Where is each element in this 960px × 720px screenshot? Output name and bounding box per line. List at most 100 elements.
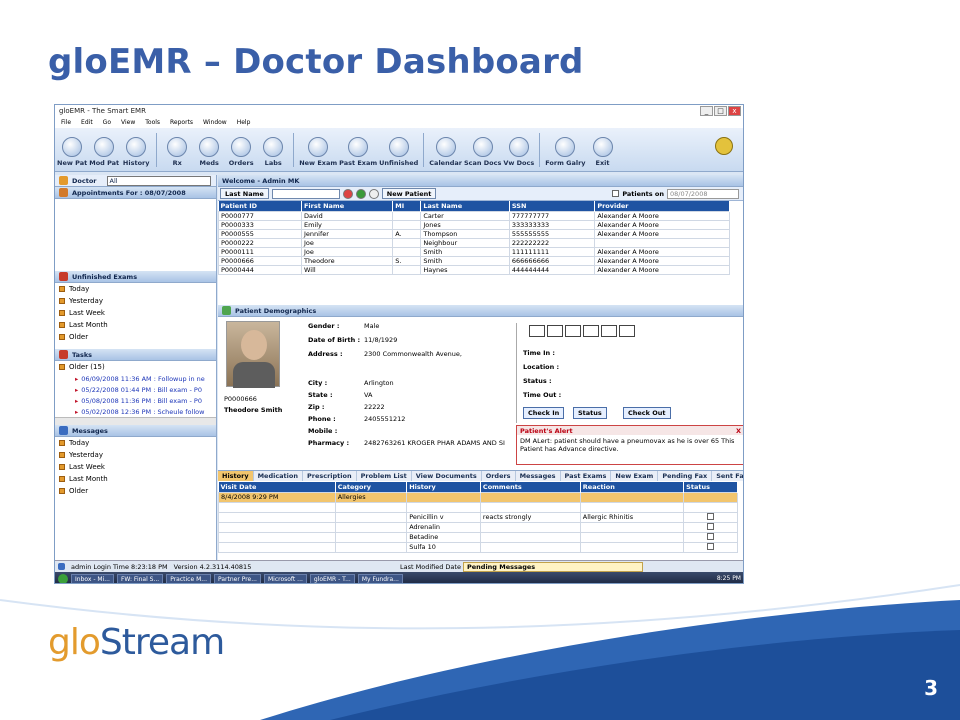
toolbar-button-mod-pat[interactable]: Mod Pat bbox=[89, 137, 119, 167]
refresh-icon[interactable] bbox=[355, 188, 366, 199]
tab-medication[interactable]: Medication bbox=[254, 471, 303, 481]
history-row[interactable]: 8/4/2008 9:29 PM Allergies bbox=[218, 491, 738, 503]
status-checkbox[interactable] bbox=[707, 512, 715, 520]
tab-past-exams[interactable]: Past Exams bbox=[561, 471, 612, 481]
toolbar-button-meds[interactable]: Meds bbox=[194, 137, 224, 167]
taskbar-item[interactable]: gloEMR - T... bbox=[309, 573, 355, 583]
task-item[interactable]: ▸ 06/09/2008 11:36 AM : Followup in ne bbox=[55, 373, 216, 384]
unfinished-item[interactable]: Yesterday bbox=[55, 295, 216, 307]
messages-item[interactable]: Yesterday bbox=[55, 449, 216, 461]
history-row[interactable]: Betadine bbox=[218, 531, 738, 543]
unfinished-item[interactable]: Last Week bbox=[55, 307, 216, 319]
toolbar-button-calendar[interactable]: Calendar bbox=[429, 137, 462, 167]
patient-row[interactable]: P0000333 Emily Jones 333333333 Alexander A M… bbox=[218, 219, 730, 230]
toolbar-button-new-exam[interactable]: New Exam bbox=[299, 137, 337, 167]
minimize-button[interactable]: _ bbox=[700, 106, 713, 116]
patient-col-header[interactable]: MI bbox=[392, 201, 422, 211]
start-button[interactable] bbox=[58, 573, 68, 583]
tasks-scrollbar[interactable] bbox=[55, 417, 216, 425]
messages-item[interactable]: Today bbox=[55, 437, 216, 449]
messages-item[interactable]: Last Month bbox=[55, 473, 216, 485]
unfinished-item[interactable]: Today bbox=[55, 283, 216, 295]
menu-item-reports[interactable]: Reports bbox=[170, 119, 193, 126]
history-col-header[interactable]: Comments bbox=[480, 482, 581, 492]
history-col-header[interactable]: Category bbox=[335, 482, 408, 492]
toolbar-button-labs[interactable]: Labs bbox=[258, 137, 288, 167]
menu-item-help[interactable]: Help bbox=[237, 119, 251, 126]
close-icon[interactable]: X bbox=[736, 427, 743, 435]
taskbar-item[interactable]: Partner Pre... bbox=[213, 573, 261, 583]
status-button[interactable]: Status bbox=[573, 407, 607, 419]
taskbar-item[interactable]: Microsoft ... bbox=[263, 573, 307, 583]
history-row[interactable]: Adrenalin bbox=[218, 521, 738, 533]
status-box[interactable] bbox=[601, 325, 617, 337]
status-checkbox[interactable] bbox=[707, 522, 715, 530]
task-item[interactable]: ▸ 05/08/2008 11:36 PM : Bill exam - P0 bbox=[55, 395, 216, 406]
patient-row[interactable]: P0000111 Joe Smith 111111111 Alexander A Moo… bbox=[218, 246, 730, 257]
search-icon[interactable] bbox=[368, 188, 379, 199]
menu-item-window[interactable]: Window bbox=[203, 119, 227, 126]
status-box[interactable] bbox=[565, 325, 581, 337]
tab-view-documents[interactable]: View Documents bbox=[412, 471, 482, 481]
patient-col-header[interactable]: Patient ID bbox=[218, 201, 302, 211]
status-box[interactable] bbox=[529, 325, 545, 337]
patients-on-date[interactable]: 08/07/2008 bbox=[667, 188, 739, 199]
status-checkbox[interactable] bbox=[707, 542, 715, 550]
messages-item[interactable]: Older bbox=[55, 485, 216, 497]
lock-icon[interactable] bbox=[715, 137, 733, 155]
unfinished-item[interactable]: Older bbox=[55, 331, 216, 343]
tab-history[interactable]: History bbox=[218, 471, 254, 481]
search-input[interactable] bbox=[271, 188, 340, 199]
messages-item[interactable]: Last Week bbox=[55, 461, 216, 473]
tab-problem-list[interactable]: Problem List bbox=[357, 471, 412, 481]
history-col-header[interactable]: History bbox=[406, 482, 481, 492]
taskbar-item[interactable]: My Fundra... bbox=[357, 573, 403, 583]
menu-item-edit[interactable]: Edit bbox=[81, 119, 93, 126]
patient-row[interactable]: P0000666 Theodore S. Smith 666666666 Alexande… bbox=[218, 255, 730, 266]
unfinished-item[interactable]: Last Month bbox=[55, 319, 216, 331]
toolbar-button-exit[interactable]: Exit bbox=[588, 137, 618, 167]
taskbar-item[interactable]: Practice M... bbox=[166, 573, 211, 583]
patient-col-header[interactable]: Provider bbox=[594, 201, 730, 211]
menu-item-view[interactable]: View bbox=[121, 119, 135, 126]
status-box[interactable] bbox=[619, 325, 635, 337]
toolbar-button-new-pat[interactable]: New Pat bbox=[57, 137, 87, 167]
toolbar-button-vw-docs[interactable]: Vw Docs bbox=[503, 137, 534, 167]
history-row[interactable] bbox=[218, 501, 738, 513]
task-item[interactable]: ▸ 05/22/2008 01:44 PM : Bill exam - P0 bbox=[55, 384, 216, 395]
clear-icon[interactable] bbox=[342, 188, 353, 199]
patient-row[interactable]: P0000777 David Carter 777777777 Alexander A … bbox=[218, 210, 730, 221]
check-out-button[interactable]: Check Out bbox=[623, 407, 671, 419]
close-button[interactable]: x bbox=[728, 106, 741, 116]
toolbar-button-form-galry[interactable]: Form Galry bbox=[545, 137, 586, 167]
taskbar-item[interactable]: FW: Final S... bbox=[116, 573, 164, 583]
toolbar-button-past-exam[interactable]: Past Exam bbox=[339, 137, 377, 167]
status-checkbox[interactable] bbox=[707, 532, 715, 540]
patients-on-checkbox[interactable] bbox=[612, 190, 620, 197]
toolbar-button-rx[interactable]: Rx bbox=[162, 137, 192, 167]
menu-item-go[interactable]: Go bbox=[103, 119, 111, 126]
history-col-header[interactable]: Reaction bbox=[580, 482, 685, 492]
menu-item-tools[interactable]: Tools bbox=[145, 119, 160, 126]
patient-row[interactable]: P0000222 Joe Neighbour 222222222 bbox=[218, 237, 730, 248]
toolbar-button-unfinished[interactable]: Unfinished bbox=[379, 137, 418, 167]
tab-new-exam[interactable]: New Exam bbox=[611, 471, 659, 481]
history-col-header[interactable]: Visit Date bbox=[218, 482, 336, 492]
new-patient-button[interactable]: New Patient bbox=[381, 188, 437, 199]
toolbar-button-scan-docs[interactable]: Scan Docs bbox=[464, 137, 501, 167]
toolbar-button-orders[interactable]: Orders bbox=[226, 137, 256, 167]
tab-pending-fax[interactable]: Pending Fax bbox=[658, 471, 713, 481]
history-row[interactable]: Penicillin v reacts strongly Allergic Rhin… bbox=[218, 511, 738, 523]
check-in-button[interactable]: Check In bbox=[523, 407, 565, 419]
history-col-header[interactable]: Status bbox=[683, 482, 738, 492]
tab-messages[interactable]: Messages bbox=[516, 471, 561, 481]
patient-col-header[interactable]: First Name bbox=[301, 201, 394, 211]
patient-row[interactable]: P0000444 Will Haynes 444444444 Alexander A M… bbox=[218, 264, 730, 275]
history-row[interactable]: Sulfa 10 bbox=[218, 541, 738, 553]
menu-item-file[interactable]: File bbox=[61, 119, 71, 126]
search-field-button[interactable]: Last Name bbox=[220, 188, 269, 199]
toolbar-button-history[interactable]: History bbox=[121, 137, 151, 167]
task-item[interactable]: ▸ 05/02/2008 12:36 PM : Scheule follow bbox=[55, 406, 216, 417]
pending-messages[interactable]: Pending Messages bbox=[463, 562, 643, 572]
tasks-group[interactable]: Older (15) bbox=[55, 361, 216, 373]
